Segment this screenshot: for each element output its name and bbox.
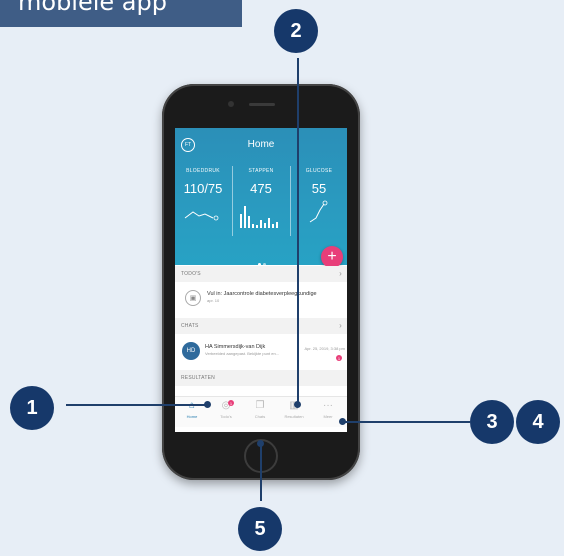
todo-date: apr. 10 (207, 298, 220, 303)
camera-icon (228, 101, 234, 107)
more-icon: ··· (323, 400, 333, 411)
callout-3: 3 (470, 400, 514, 444)
callout-anchor-3 (339, 418, 346, 425)
todo-count-badge: 1 (228, 400, 234, 406)
chat-timestamp: Apr. 25, 2019, 3:38 pm (304, 346, 345, 351)
nav-chats[interactable]: ❐ Chats (245, 400, 275, 419)
chat-item[interactable]: HD HA Simmersdijk-van Dijk Verbeelded aa… (175, 334, 347, 368)
metric-bloeddruk[interactable]: BLOEDDRUK 110/75 (175, 168, 231, 229)
nav-meer[interactable]: ··· Meer (313, 400, 343, 419)
metric-label: GLUCOSE (305, 168, 333, 174)
nav-label: Todo's (220, 414, 232, 419)
nav-todos[interactable]: ◎ 1 Todo's (211, 400, 241, 419)
phone-frame: FT Home BLOEDDRUK 110/75 STAPPEN 475 GLU… (162, 84, 360, 480)
chevron-right-icon: › (339, 269, 342, 278)
chat-preview: Verbeelded aangepast. Bekijkte punt en..… (205, 351, 280, 356)
nav-home[interactable]: ⌂ Home (177, 400, 207, 419)
todo-title: Vul in: Jaarcontrole diabetesverpleegkun… (207, 291, 317, 297)
chevron-right-icon: › (339, 321, 342, 330)
page-title-box: mobiele app (0, 0, 242, 27)
callout-line-1 (66, 404, 206, 406)
screen-title: Home (247, 139, 275, 150)
section-title: CHATS (181, 323, 199, 329)
glucose-sparkline-icon (309, 200, 328, 223)
callout-2: 2 (274, 9, 318, 53)
callout-line-3 (342, 421, 470, 423)
todo-item[interactable]: ▣ Vul in: Jaarcontrole diabetesverpleegk… (175, 282, 347, 316)
chats-section-header[interactable]: CHATS › (175, 318, 347, 334)
metric-label: STAPPEN (248, 168, 274, 174)
nav-label: Chats (254, 414, 266, 419)
callout-line-5 (260, 443, 262, 501)
metric-label: BLOEDDRUK (186, 168, 220, 174)
results-section-header[interactable]: RESULTATEN (175, 370, 347, 386)
callout-anchor-5 (257, 440, 264, 447)
metric-glucose[interactable]: GLUCOSE 55 (291, 168, 347, 229)
chat-icon: ❐ (255, 400, 265, 411)
callout-1: 1 (10, 386, 54, 430)
add-button[interactable]: + (321, 246, 343, 268)
metric-value: 110/75 (183, 181, 223, 196)
callout-anchor-1 (204, 401, 211, 408)
metric-value: 475 (250, 181, 272, 196)
chat-name: HA Simmersdijk-van Dijk (205, 344, 266, 350)
home-icon: ⌂ (177, 400, 207, 412)
nav-label: Meer (323, 414, 333, 419)
callout-anchor-2 (294, 401, 301, 408)
checklist-icon: ◎ (221, 400, 231, 411)
speaker-grille (249, 103, 275, 106)
app-screen: FT Home BLOEDDRUK 110/75 STAPPEN 475 GLU… (175, 128, 347, 432)
unread-badge: 1 (336, 355, 342, 361)
nav-label: Home (186, 414, 198, 419)
section-title: TODO'S (181, 271, 201, 277)
callout-4: 4 (516, 400, 560, 444)
section-title: RESULTATEN (181, 375, 215, 381)
todos-section-header[interactable]: TODO'S › (175, 266, 347, 282)
metric-stappen[interactable]: STAPPEN 475 (233, 168, 289, 233)
app-header: FT Home BLOEDDRUK 110/75 STAPPEN 475 GLU… (175, 128, 347, 266)
steps-bar-chart-icon (240, 206, 278, 228)
clipboard-icon: ▣ (185, 290, 201, 306)
chat-avatar: HD (182, 342, 200, 360)
page-title: mobiele app (18, 0, 167, 16)
bottom-navigation: ⌂ Home ◎ 1 Todo's ❐ Chats ▥ Resultaten ·… (175, 396, 347, 427)
blood-pressure-sparkline-icon (184, 211, 219, 221)
callout-5: 5 (238, 507, 282, 551)
nav-label: Resultaten (284, 414, 304, 419)
metric-value: 55 (311, 181, 327, 196)
callout-line-2 (297, 58, 299, 404)
